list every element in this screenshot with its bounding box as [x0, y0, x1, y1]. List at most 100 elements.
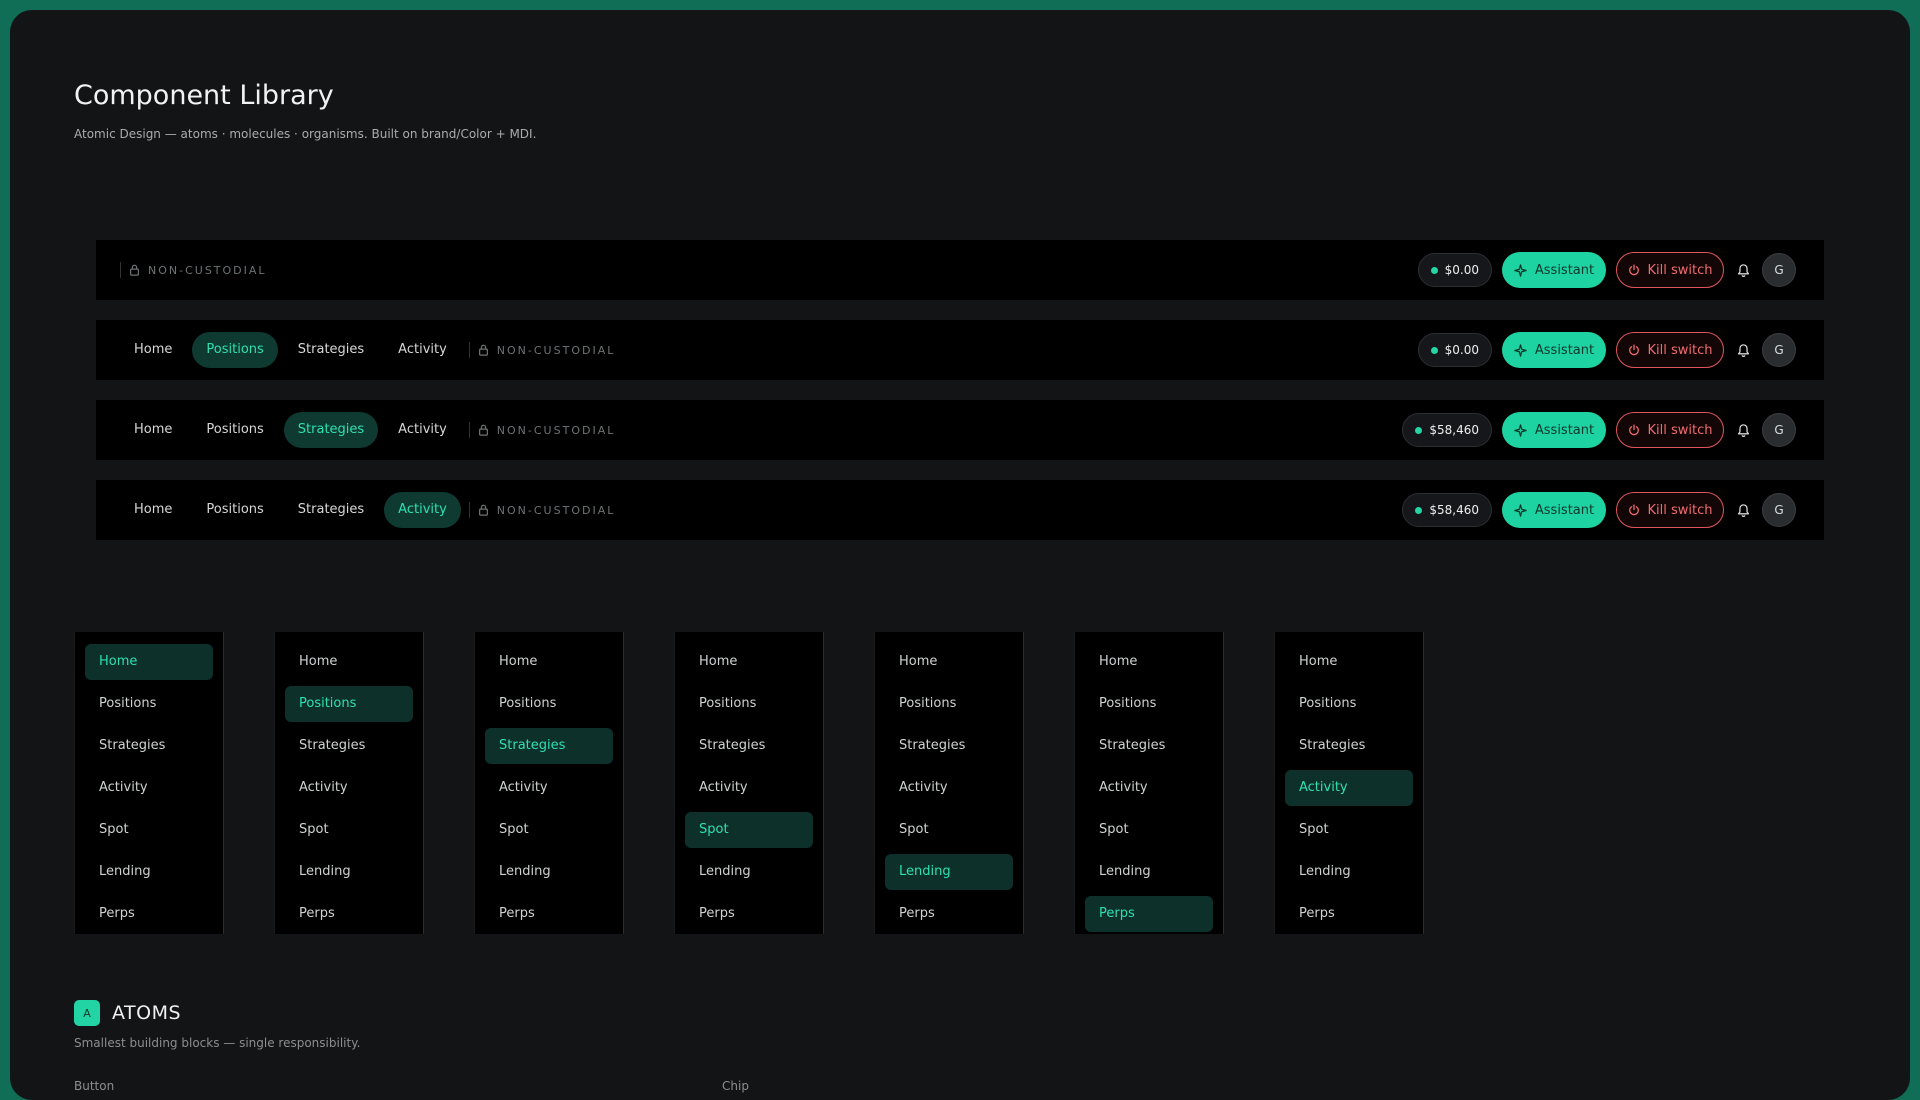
sidebar-item-perps[interactable]: Perps — [1285, 896, 1413, 932]
kill-switch-button[interactable]: Kill switch — [1616, 412, 1724, 448]
sidebar-item-lending[interactable]: Lending — [885, 854, 1013, 890]
bell-icon[interactable] — [1734, 501, 1752, 519]
wallet-balance-chip[interactable]: $58,460 — [1402, 413, 1492, 447]
sparkle-icon — [1514, 343, 1527, 357]
sidebar-item-perps[interactable]: Perps — [485, 896, 613, 932]
wallet-balance-chip[interactable]: $0.00 — [1417, 333, 1492, 367]
sidebar-item-activity[interactable]: Activity — [85, 770, 213, 806]
sidebar-nav: Home Positions Strategies Activity Spot Lendi… — [1074, 632, 1224, 934]
sidebar-item-lending[interactable]: Lending — [485, 854, 613, 890]
sidebar-item-strategies[interactable]: Strategies — [1085, 728, 1213, 764]
non-custodial-label: NON-CUSTODIAL — [468, 342, 616, 358]
sidebar-item-perps[interactable]: Perps — [1085, 896, 1213, 932]
balance-value: $58,460 — [1429, 423, 1479, 437]
sidebar-item-perps[interactable]: Perps — [685, 896, 813, 932]
nav-link-positions[interactable]: Positions — [192, 412, 277, 448]
top-navbar: NON-CUSTODIAL $0.00 Assistant Kill switch G — [96, 240, 1824, 300]
sidebar-item-strategies[interactable]: Strategies — [85, 728, 213, 764]
sidebar-item-home[interactable]: Home — [285, 644, 413, 680]
sidebar-item-perps[interactable]: Perps — [885, 896, 1013, 932]
nav-actions: $58,460 Assistant Kill switch G — [1402, 492, 1796, 528]
bell-icon[interactable] — [1734, 341, 1752, 359]
sidebar-item-strategies[interactable]: Strategies — [685, 728, 813, 764]
assistant-button[interactable]: Assistant — [1502, 412, 1606, 448]
nav-link-positions[interactable]: Positions — [192, 332, 278, 368]
sidebar-item-strategies[interactable]: Strategies — [285, 728, 413, 764]
avatar[interactable]: G — [1762, 413, 1796, 447]
sidebar-item-spot[interactable]: Spot — [285, 812, 413, 848]
sidebar-item-home[interactable]: Home — [85, 644, 213, 680]
sidebar-nav: Home Positions Strategies Activity Spot Lendi… — [474, 632, 624, 934]
sidebar-item-positions[interactable]: Positions — [1285, 686, 1413, 722]
sidebar-item-home[interactable]: Home — [485, 644, 613, 680]
page-title: Component Library — [74, 80, 334, 111]
sidebar-item-home[interactable]: Home — [885, 644, 1013, 680]
sidebar-item-positions[interactable]: Positions — [1085, 686, 1213, 722]
sidebar-item-strategies[interactable]: Strategies — [885, 728, 1013, 764]
assistant-label: Assistant — [1534, 502, 1595, 518]
nav-link-activity[interactable]: Activity — [384, 492, 461, 528]
top-navbar: Home Positions Strategies Activity NON-CUSTO… — [96, 320, 1824, 380]
nav-link-strategies[interactable]: Strategies — [283, 412, 379, 448]
sidebar-item-positions[interactable]: Positions — [485, 686, 613, 722]
power-icon — [1628, 264, 1640, 276]
avatar[interactable]: G — [1762, 253, 1796, 287]
sidebar-item-activity[interactable]: Activity — [285, 770, 413, 806]
assistant-button[interactable]: Assistant — [1502, 492, 1606, 528]
top-navbar: Home Positions Strategies Activity NON-CUSTO… — [96, 480, 1824, 540]
sidebar-item-positions[interactable]: Positions — [85, 686, 213, 722]
sidebar-item-activity[interactable]: Activity — [485, 770, 613, 806]
nav-link-strategies[interactable]: Strategies — [284, 332, 378, 368]
avatar[interactable]: G — [1762, 493, 1796, 527]
nav-link-home[interactable]: Home — [120, 492, 186, 528]
wallet-balance-chip[interactable]: $58,460 — [1402, 493, 1492, 527]
wallet-balance-chip[interactable]: $0.00 — [1417, 253, 1492, 287]
nav-actions: $0.00 Assistant Kill switch G — [1417, 332, 1796, 368]
sidebar-item-positions[interactable]: Positions — [285, 686, 413, 722]
sidebar-item-lending[interactable]: Lending — [1285, 854, 1413, 890]
sidebar-item-lending[interactable]: Lending — [285, 854, 413, 890]
sidebar-item-strategies[interactable]: Strategies — [1285, 728, 1413, 764]
sidebar-item-spot[interactable]: Spot — [1285, 812, 1413, 848]
sidebar-nav: Home Positions Strategies Activity Spot Lendi… — [874, 632, 1024, 934]
sidebar-item-activity[interactable]: Activity — [885, 770, 1013, 806]
assistant-button[interactable]: Assistant — [1502, 332, 1606, 368]
sidebar-item-home[interactable]: Home — [1285, 644, 1413, 680]
bell-icon[interactable] — [1734, 261, 1752, 279]
nav-link-positions[interactable]: Positions — [192, 492, 277, 528]
sparkle-icon — [1514, 503, 1527, 517]
nav-link-strategies[interactable]: Strategies — [284, 492, 378, 528]
sparkle-icon — [1514, 423, 1527, 437]
kill-switch-button[interactable]: Kill switch — [1616, 252, 1724, 288]
sidebar-item-activity[interactable]: Activity — [1285, 770, 1413, 806]
nav-link-activity[interactable]: Activity — [384, 412, 461, 448]
nav-link-activity[interactable]: Activity — [384, 332, 461, 368]
sidebar-item-spot[interactable]: Spot — [885, 812, 1013, 848]
sidebar-item-strategies[interactable]: Strategies — [485, 728, 613, 764]
sidebar-item-positions[interactable]: Positions — [685, 686, 813, 722]
non-custodial-text: NON-CUSTODIAL — [148, 263, 267, 277]
nav-link-home[interactable]: Home — [120, 412, 186, 448]
sidebar-item-perps[interactable]: Perps — [85, 896, 213, 932]
assistant-button[interactable]: Assistant — [1502, 252, 1606, 288]
sidebar-item-positions[interactable]: Positions — [885, 686, 1013, 722]
kill-switch-button[interactable]: Kill switch — [1616, 332, 1724, 368]
sidebar-item-spot[interactable]: Spot — [685, 812, 813, 848]
sidebar-item-activity[interactable]: Activity — [685, 770, 813, 806]
sidebar-item-lending[interactable]: Lending — [1085, 854, 1213, 890]
avatar[interactable]: G — [1762, 333, 1796, 367]
sidebar-item-spot[interactable]: Spot — [85, 812, 213, 848]
lock-icon — [478, 504, 489, 516]
sidebar-item-perps[interactable]: Perps — [285, 896, 413, 932]
sidebar-item-spot[interactable]: Spot — [1085, 812, 1213, 848]
bell-icon[interactable] — [1734, 421, 1752, 439]
sidebar-item-home[interactable]: Home — [685, 644, 813, 680]
sidebar-item-home[interactable]: Home — [1085, 644, 1213, 680]
sidebar-item-spot[interactable]: Spot — [485, 812, 613, 848]
nav-link-home[interactable]: Home — [120, 332, 186, 368]
kill-switch-button[interactable]: Kill switch — [1616, 492, 1724, 528]
sidebar-item-lending[interactable]: Lending — [685, 854, 813, 890]
sidebar-item-lending[interactable]: Lending — [85, 854, 213, 890]
lock-icon — [129, 264, 140, 276]
sidebar-item-activity[interactable]: Activity — [1085, 770, 1213, 806]
